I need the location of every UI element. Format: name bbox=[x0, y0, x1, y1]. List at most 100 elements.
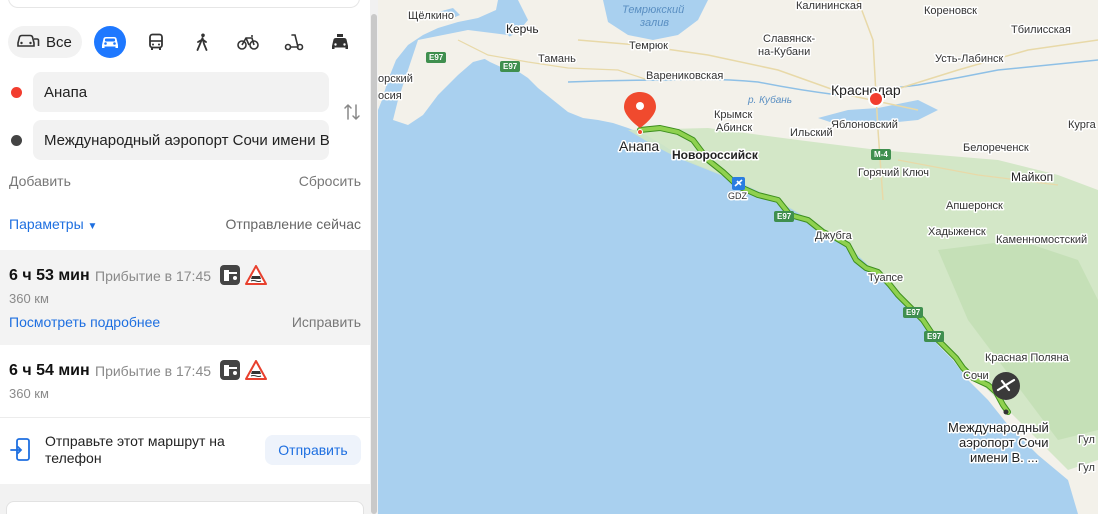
destination-label-line2: аэропорт Сочи bbox=[959, 435, 1048, 450]
route-distance: 360 км bbox=[9, 291, 49, 306]
city-label: Абинск bbox=[716, 122, 752, 134]
city-label: Яблоновский bbox=[831, 119, 898, 131]
all-modes-icon bbox=[16, 31, 40, 53]
send-button[interactable]: Отправить bbox=[265, 435, 361, 465]
route-arrival: Прибытие в 17:45 bbox=[95, 268, 212, 284]
map-canvas[interactable]: E97 E97 E97 E97 E97 M-4 Темрюкский залив… bbox=[378, 0, 1098, 514]
route-icons bbox=[220, 265, 267, 290]
to-dot bbox=[11, 135, 22, 146]
highway-shield: E97 bbox=[500, 61, 520, 72]
mode-scooter-button[interactable] bbox=[278, 26, 310, 58]
toll-road-icon bbox=[220, 360, 240, 385]
mode-bus-button[interactable] bbox=[140, 26, 172, 58]
svg-text:E97: E97 bbox=[906, 308, 921, 317]
reset-link[interactable]: Сбросить bbox=[299, 173, 361, 189]
top-card bbox=[8, 0, 360, 8]
panel-scrollbar[interactable] bbox=[370, 0, 378, 514]
destination-label-line1: Международный bbox=[948, 420, 1049, 435]
destination-label-line3: имени В. ... bbox=[970, 450, 1038, 465]
svg-text:M-4: M-4 bbox=[874, 150, 888, 159]
city-label: Кореновск bbox=[924, 5, 977, 17]
city-label: Щёлкино bbox=[408, 10, 454, 22]
highway-shield: E97 bbox=[426, 52, 446, 63]
svg-text:E97: E97 bbox=[503, 62, 518, 71]
route-details-link[interactable]: Посмотреть подробнее bbox=[9, 314, 160, 330]
chevron-down-icon: ▼ bbox=[87, 221, 98, 232]
route-fix-link[interactable]: Исправить bbox=[292, 314, 361, 330]
to-input[interactable]: Международный аэропорт Сочи имени В. И. … bbox=[33, 120, 329, 160]
scooter-icon bbox=[284, 34, 304, 51]
route-duration: 6 ч 53 мин bbox=[9, 267, 90, 284]
city-label: Хадыженск bbox=[928, 226, 986, 238]
mode-all-label: Все bbox=[46, 33, 72, 51]
departure-time[interactable]: Отправление сейчас bbox=[226, 216, 361, 232]
highway-shield: E97 bbox=[774, 211, 794, 222]
add-point-link[interactable]: Добавить bbox=[9, 173, 71, 189]
city-label: Темрюк bbox=[629, 40, 668, 52]
params-label: Параметры bbox=[9, 216, 84, 232]
mode-taxi-button[interactable] bbox=[324, 26, 356, 58]
city-label: Тамань bbox=[538, 53, 576, 65]
route-option-2[interactable]: 6 ч 54 мин Прибытие в 17:45 360 км bbox=[0, 345, 370, 417]
city-label: Анапа bbox=[619, 138, 659, 154]
walk-icon bbox=[196, 33, 208, 51]
city-label: на-Кубани bbox=[758, 46, 810, 58]
ferry-warning-icon bbox=[245, 360, 267, 385]
route-panel: Все Анапа Международный аэропорт Сочи им… bbox=[0, 0, 370, 514]
route-distance: 360 км bbox=[9, 386, 49, 401]
scrollbar-thumb[interactable] bbox=[371, 14, 377, 514]
mode-car-button[interactable] bbox=[93, 26, 126, 58]
svg-text:E97: E97 bbox=[927, 332, 942, 341]
city-label: Крымск bbox=[714, 109, 752, 121]
car-icon bbox=[101, 37, 118, 48]
city-label: Красная Поляна bbox=[985, 352, 1070, 364]
city-label: Сочи bbox=[963, 370, 989, 382]
phone-send-icon bbox=[10, 438, 32, 467]
city-label: Майкоп bbox=[1011, 170, 1053, 184]
water-label: залив bbox=[639, 17, 669, 29]
city-label: Новороссийск bbox=[672, 148, 759, 162]
route-option-1[interactable]: 6 ч 53 мин Прибытие в 17:45 360 км Посмо… bbox=[0, 250, 370, 345]
ferry-warning-icon bbox=[245, 265, 267, 290]
city-label: Туапсе bbox=[868, 272, 903, 284]
from-input[interactable]: Анапа bbox=[33, 72, 329, 112]
city-label: Гул bbox=[1078, 462, 1095, 474]
water-label: Темрюкский bbox=[622, 4, 684, 16]
location-dot[interactable] bbox=[868, 91, 884, 107]
city-label: Славянск- bbox=[763, 33, 816, 45]
svg-text:E97: E97 bbox=[429, 53, 444, 62]
highway-shield: M-4 bbox=[871, 149, 891, 160]
params-dropdown[interactable]: Параметры ▼ bbox=[9, 216, 97, 232]
transport-modes: Все bbox=[8, 25, 356, 59]
city-label: Курга bbox=[1068, 119, 1097, 131]
bus-icon bbox=[148, 33, 163, 50]
city-label: Апшеронск bbox=[946, 200, 1003, 212]
swap-icon[interactable] bbox=[342, 102, 362, 127]
city-label: Гул bbox=[1078, 434, 1095, 446]
route-arrival: Прибытие в 17:45 bbox=[95, 363, 212, 379]
city-label: Варениковская bbox=[646, 70, 723, 82]
mode-walk-button[interactable] bbox=[186, 26, 218, 58]
mode-all-button[interactable]: Все bbox=[8, 26, 82, 58]
city-label: Тбилисская bbox=[1011, 24, 1071, 36]
city-label: осия bbox=[378, 90, 402, 102]
map-view[interactable]: E97 E97 E97 E97 E97 M-4 Темрюкский залив… bbox=[378, 0, 1098, 514]
mode-bike-button[interactable] bbox=[232, 26, 264, 58]
svg-text:E97: E97 bbox=[777, 212, 792, 221]
city-label: Краснодар bbox=[831, 82, 901, 98]
route-duration: 6 ч 54 мин bbox=[9, 362, 90, 379]
bike-icon bbox=[237, 35, 259, 50]
city-label: Керчь bbox=[506, 22, 539, 36]
airport-code: GDZ bbox=[728, 191, 748, 201]
params-row: Параметры ▼ Отправление сейчас bbox=[9, 216, 361, 232]
taxi-icon bbox=[331, 34, 348, 49]
river-label: р. Кубань bbox=[747, 94, 792, 106]
route-icons bbox=[220, 360, 267, 385]
city-label: орский bbox=[378, 73, 413, 85]
from-dot bbox=[11, 87, 22, 98]
route-from-row: Анапа bbox=[0, 72, 370, 112]
city-label: Горячий Ключ bbox=[858, 167, 929, 179]
city-label: Усть-Лабинск bbox=[935, 53, 1004, 65]
city-label: Каменномостский bbox=[996, 234, 1087, 246]
next-card bbox=[6, 501, 364, 514]
